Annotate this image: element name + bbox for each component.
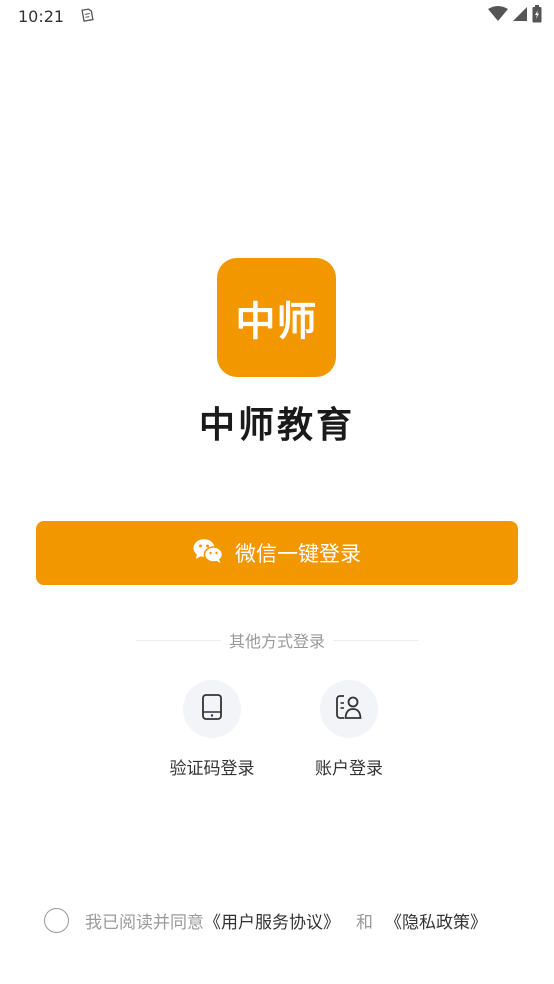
app-logo: 中师 [217, 258, 336, 377]
user-agreement-link[interactable]: 《用户服务协议》 [204, 908, 340, 933]
account-login-button[interactable] [320, 680, 378, 738]
battery-icon [532, 5, 542, 27]
agree-checkbox[interactable] [44, 907, 69, 933]
status-left: 10:21 [18, 7, 94, 26]
login-screen: 10:21 中师 中师教育 微信一键登录 其他方式登录 验证码登录 账户登录 我… [0, 0, 554, 984]
sd-card-icon [80, 7, 94, 26]
status-right [488, 5, 542, 27]
divider-line-left [136, 639, 221, 641]
signal-icon [512, 6, 528, 26]
wechat-login-button[interactable]: 微信一键登录 [36, 521, 518, 585]
status-time: 10:21 [18, 6, 65, 26]
account-login-option[interactable]: 账户登录 [294, 680, 404, 779]
divider-line-right [333, 639, 419, 641]
agreement-and: 和 [356, 912, 373, 933]
account-card-icon [335, 694, 363, 724]
privacy-policy-link[interactable]: 《隐私政策》 [385, 908, 487, 933]
other-methods-divider: 其他方式登录 [136, 628, 419, 652]
status-bar: 10:21 [0, 0, 554, 32]
agreement-prefix: 我已阅读并同意 [85, 912, 204, 933]
agreement-row: 我已阅读并同意 《用户服务协议》 和 《隐私政策》 [44, 906, 544, 934]
app-logo-text: 中师 [235, 298, 318, 345]
wifi-icon [488, 6, 508, 26]
sms-code-login-button[interactable] [183, 680, 241, 738]
sms-code-login-label: 验证码登录 [169, 759, 255, 779]
phone-icon [201, 694, 223, 724]
other-methods-text: 其他方式登录 [229, 632, 326, 651]
wechat-icon [193, 538, 224, 568]
app-name: 中师教育 [198, 405, 355, 446]
sms-code-login-option[interactable]: 验证码登录 [157, 680, 267, 779]
account-login-label: 账户登录 [315, 759, 383, 779]
wechat-login-label: 微信一键登录 [235, 542, 361, 566]
